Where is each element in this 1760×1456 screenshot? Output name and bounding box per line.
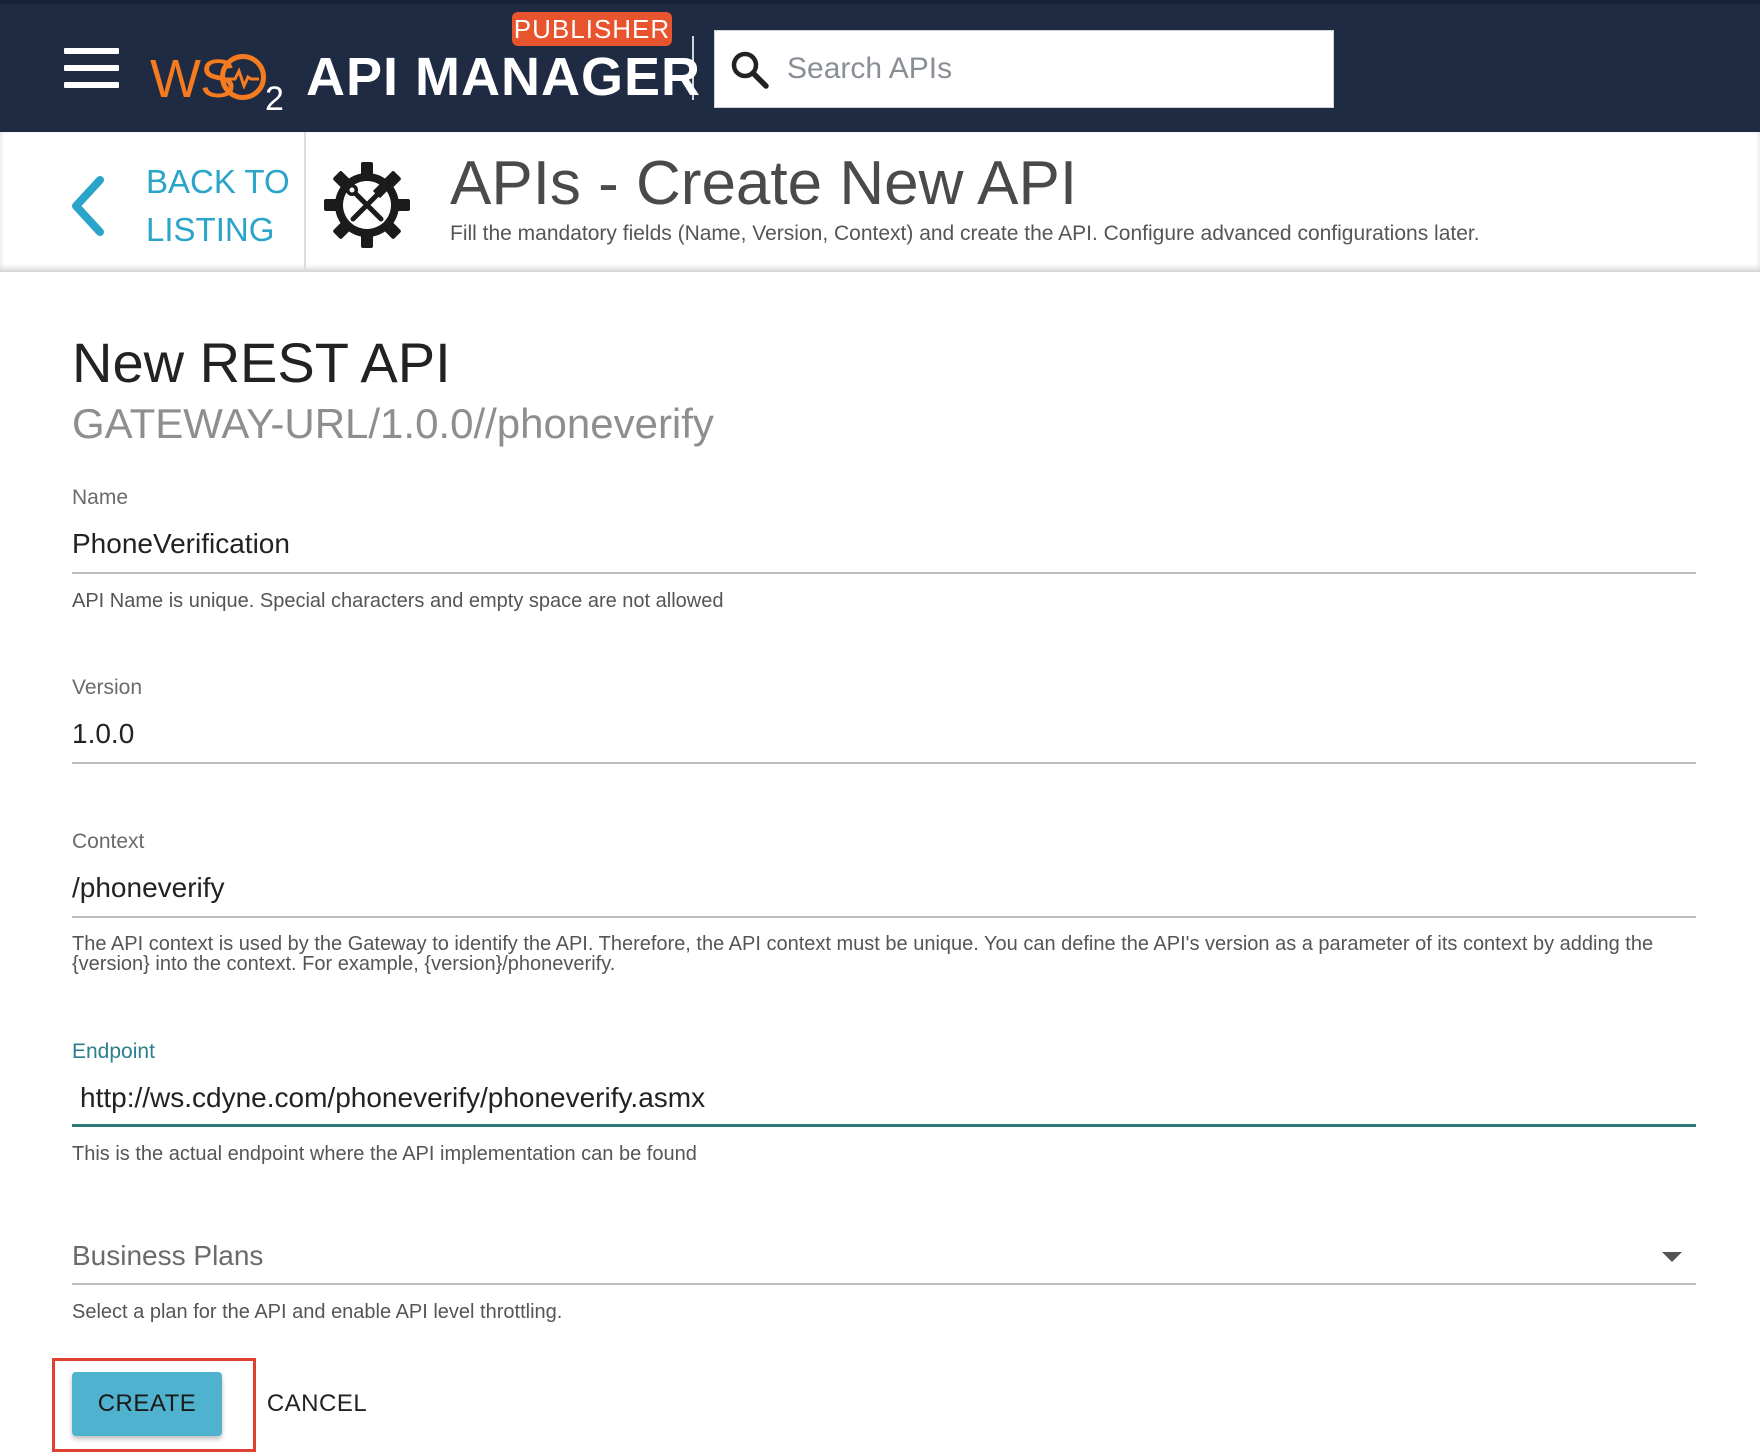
gateway-url-preview: GATEWAY-URL/1.0.0//phoneverify (72, 400, 714, 447)
back-to-listing-label: BACK TO LISTING (146, 158, 296, 254)
form-title: New REST API (72, 331, 451, 394)
context-field-underline (72, 916, 1696, 918)
back-label-line1: BACK TO (146, 163, 290, 200)
version-field-underline (72, 762, 1696, 764)
chevron-left-icon (66, 174, 110, 243)
context-field-helper: The API context is used by the Gateway t… (72, 933, 1654, 975)
context-field-label: Context (72, 830, 145, 853)
context-field[interactable] (72, 868, 1696, 908)
endpoint-field[interactable] (72, 1078, 1696, 1118)
top-bar-edge (0, 0, 1760, 4)
header-divider (692, 36, 694, 100)
endpoint-field-label: Endpoint (72, 1040, 155, 1063)
name-field-helper: API Name is unique. Special characters a… (72, 590, 724, 612)
search-input[interactable] (787, 43, 1317, 95)
name-field[interactable] (72, 524, 1696, 564)
version-field[interactable] (72, 714, 1696, 754)
page-title: APIs - Create New API (450, 149, 1078, 218)
version-field-label: Version (72, 676, 143, 699)
page-header: BACK TO LISTING APIs - Create New API Fi… (0, 132, 1760, 272)
back-label-line2: LISTING (146, 211, 275, 248)
business-plans-underline (72, 1283, 1696, 1285)
cancel-button[interactable]: CANCEL (258, 1372, 376, 1436)
business-plans-helper: Select a plan for the API and enable API… (72, 1301, 563, 1323)
endpoint-field-underline (72, 1124, 1696, 1127)
brand-logo-subscript: 2 (265, 80, 284, 118)
search-box[interactable] (714, 30, 1334, 108)
business-plans-label: Business Plans (72, 1240, 264, 1271)
hamburger-menu-icon[interactable] (64, 48, 119, 88)
brand-product-name: API MANAGER (306, 47, 702, 107)
name-field-label: Name (72, 486, 129, 509)
name-field-underline (72, 572, 1696, 574)
brand-logo-pulse-icon (220, 54, 266, 100)
page-description: Fill the mandatory fields (Name, Version… (450, 222, 1480, 245)
back-to-listing-link[interactable]: BACK TO LISTING (60, 152, 300, 252)
publisher-badge: PUBLISHER (512, 12, 672, 46)
gear-tools-icon (322, 160, 412, 250)
header-separator (304, 132, 306, 272)
search-icon[interactable] (729, 49, 771, 96)
endpoint-field-helper: This is the actual endpoint where the AP… (72, 1143, 697, 1165)
top-navigation-bar: WS 2 API MANAGER PUBLISHER (0, 0, 1760, 132)
dropdown-arrow-icon[interactable] (1662, 1252, 1682, 1262)
create-button[interactable]: CREATE (72, 1372, 222, 1436)
